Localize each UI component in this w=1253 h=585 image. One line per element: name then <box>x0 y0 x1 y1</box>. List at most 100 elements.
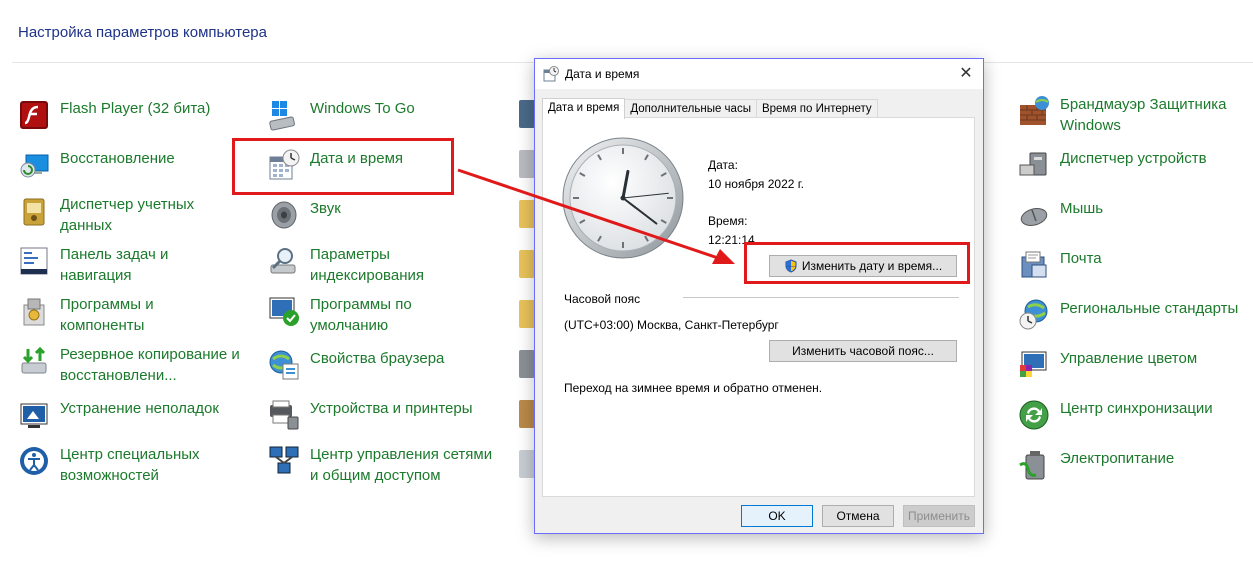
cp-item-label: Панель задач и навигация <box>60 246 169 284</box>
device-manager-icon <box>1018 149 1050 181</box>
partial-column-icon <box>519 450 535 478</box>
color-management-icon <box>1018 349 1050 381</box>
dialog-tabs: Дата и время Дополнительные часы Время п… <box>542 98 878 119</box>
change-timezone-button[interactable]: Изменить часовой пояс... <box>769 340 957 362</box>
dialog-titlebar[interactable]: Дата и время ✕ <box>535 59 983 89</box>
timezone-label: Часовой пояс <box>564 292 641 306</box>
cp-item-mail[interactable]: Почта <box>1018 248 1253 294</box>
cp-item-label: Windows To Go <box>310 100 415 117</box>
cp-item-label: Диспетчер устройств <box>1060 150 1207 167</box>
tab-internet-time[interactable]: Время по Интернету <box>755 99 878 118</box>
taskbar-icon <box>18 245 50 277</box>
sound-icon <box>268 199 300 231</box>
cp-item-programs[interactable]: Программы и компоненты <box>18 294 258 340</box>
firewall-icon <box>1018 95 1050 127</box>
highlight-date-time-item <box>232 138 454 195</box>
partial-column-icon <box>519 300 535 328</box>
flash-player-icon <box>18 99 50 131</box>
cp-item-region[interactable]: Региональные стандарты <box>1018 298 1253 344</box>
cp-item-label: Диспетчер учетных данных <box>60 196 195 234</box>
partial-column-icon <box>519 100 535 128</box>
cp-item-sync-center[interactable]: Центр синхронизации <box>1018 398 1253 444</box>
cp-item-firewall[interactable]: Брандмауэр Защитника Windows <box>1018 94 1253 140</box>
timezone-divider <box>683 297 959 298</box>
cp-item-label: Программы по умолчанию <box>310 296 412 334</box>
mouse-icon <box>1018 199 1050 231</box>
date-label: Дата: <box>708 158 738 172</box>
dst-note: Переход на зимнее время и обратно отмене… <box>564 381 823 395</box>
cp-item-label: Свойства браузера <box>310 350 445 367</box>
cp-item-taskbar[interactable]: Панель задач и навигация <box>18 244 258 290</box>
internet-options-icon <box>268 349 300 381</box>
recovery-icon <box>18 149 50 181</box>
tab-date-time[interactable]: Дата и время <box>542 98 626 119</box>
cp-item-label: Почта <box>1060 250 1102 267</box>
cp-item-label: Центр управления сетями и общим доступом <box>310 446 493 484</box>
page-title: Настройка параметров компьютера <box>18 24 267 41</box>
cp-item-label: Flash Player (32 бита) <box>60 100 211 117</box>
date-time-icon <box>543 66 559 82</box>
cp-item-label: Звук <box>310 200 341 217</box>
cp-item-label: Устранение неполадок <box>60 400 219 417</box>
cp-item-recovery[interactable]: Восстановление <box>18 148 258 194</box>
cp-item-label: Программы и компоненты <box>60 296 154 334</box>
cp-item-backup[interactable]: Резервное копирование и восстановлени... <box>18 344 258 390</box>
cp-item-label: Восстановление <box>60 150 175 167</box>
credential-manager-icon <box>18 195 50 227</box>
ok-button[interactable]: OK <box>741 505 813 527</box>
cp-item-credential-manager[interactable]: Диспетчер учетных данных <box>18 194 258 240</box>
tab-additional-clocks[interactable]: Дополнительные часы <box>624 99 757 118</box>
apply-button[interactable]: Применить <box>903 505 975 527</box>
ease-of-access-icon <box>18 445 50 477</box>
partial-column-icon <box>519 150 535 178</box>
cp-item-label: Региональные стандарты <box>1060 300 1239 317</box>
cp-item-label: Параметры индексирования <box>310 246 424 284</box>
mail-icon <box>1018 249 1050 281</box>
cp-item-label: Резервное копирование и восстановлени... <box>60 346 240 384</box>
cp-item-label: Устройства и принтеры <box>310 400 473 417</box>
region-icon <box>1018 299 1050 331</box>
cp-item-internet-options[interactable]: Свойства браузера <box>268 348 508 394</box>
tab-pane-date-time: Дата: 10 ноября 2022 г. Время: 12:21:14 … <box>542 117 975 497</box>
power-options-icon <box>1018 449 1050 481</box>
cp-item-default-programs[interactable]: Программы по умолчанию <box>268 294 508 340</box>
cp-item-device-manager[interactable]: Диспетчер устройств <box>1018 148 1253 194</box>
dialog-title: Дата и время <box>565 67 640 81</box>
sync-center-icon <box>1018 399 1050 431</box>
cp-item-ease-of-access[interactable]: Центр специальных возможностей <box>18 444 258 490</box>
cp-item-devices-printers[interactable]: Устройства и принтеры <box>268 398 508 444</box>
troubleshooting-icon <box>18 399 50 431</box>
cancel-button[interactable]: Отмена <box>822 505 894 527</box>
date-time-dialog: Дата и время ✕ Дата и время Дополнительн… <box>534 58 984 534</box>
cp-item-label: Центр синхронизации <box>1060 400 1213 417</box>
windows-to-go-icon <box>268 99 300 131</box>
highlight-change-datetime-button <box>744 242 970 284</box>
cp-item-color-management[interactable]: Управление цветом <box>1018 348 1253 394</box>
cp-item-troubleshooting[interactable]: Устранение неполадок <box>18 398 258 444</box>
cp-item-mouse[interactable]: Мышь <box>1018 198 1253 244</box>
cp-item-label: Центр специальных возможностей <box>60 446 200 484</box>
backup-icon <box>18 345 50 377</box>
programs-icon <box>18 295 50 327</box>
cp-item-network-center[interactable]: Центр управления сетями и общим доступом <box>268 444 508 490</box>
partial-column-icon <box>519 200 535 228</box>
timezone-value: (UTC+03:00) Москва, Санкт-Петербург <box>564 318 779 332</box>
cp-item-label: Мышь <box>1060 200 1104 217</box>
default-programs-icon <box>268 295 300 327</box>
time-label: Время: <box>708 214 748 228</box>
cp-item-flash-player[interactable]: Flash Player (32 бита) <box>18 98 258 144</box>
cp-item-label: Управление цветом <box>1060 350 1198 367</box>
cp-item-label: Электропитание <box>1060 450 1175 467</box>
partial-column-icon <box>519 350 535 378</box>
network-center-icon <box>268 445 300 477</box>
partial-column-icon <box>519 250 535 278</box>
cp-item-sound[interactable]: Звук <box>268 198 508 244</box>
partial-column-icon <box>519 400 535 428</box>
close-icon[interactable]: ✕ <box>957 65 975 83</box>
cp-item-power-options[interactable]: Электропитание <box>1018 448 1253 494</box>
cp-item-indexing[interactable]: Параметры индексирования <box>268 244 508 290</box>
analog-clock <box>562 137 684 259</box>
devices-printers-icon <box>268 399 300 431</box>
indexing-icon <box>268 245 300 277</box>
cp-item-label: Брандмауэр Защитника Windows <box>1060 96 1227 134</box>
